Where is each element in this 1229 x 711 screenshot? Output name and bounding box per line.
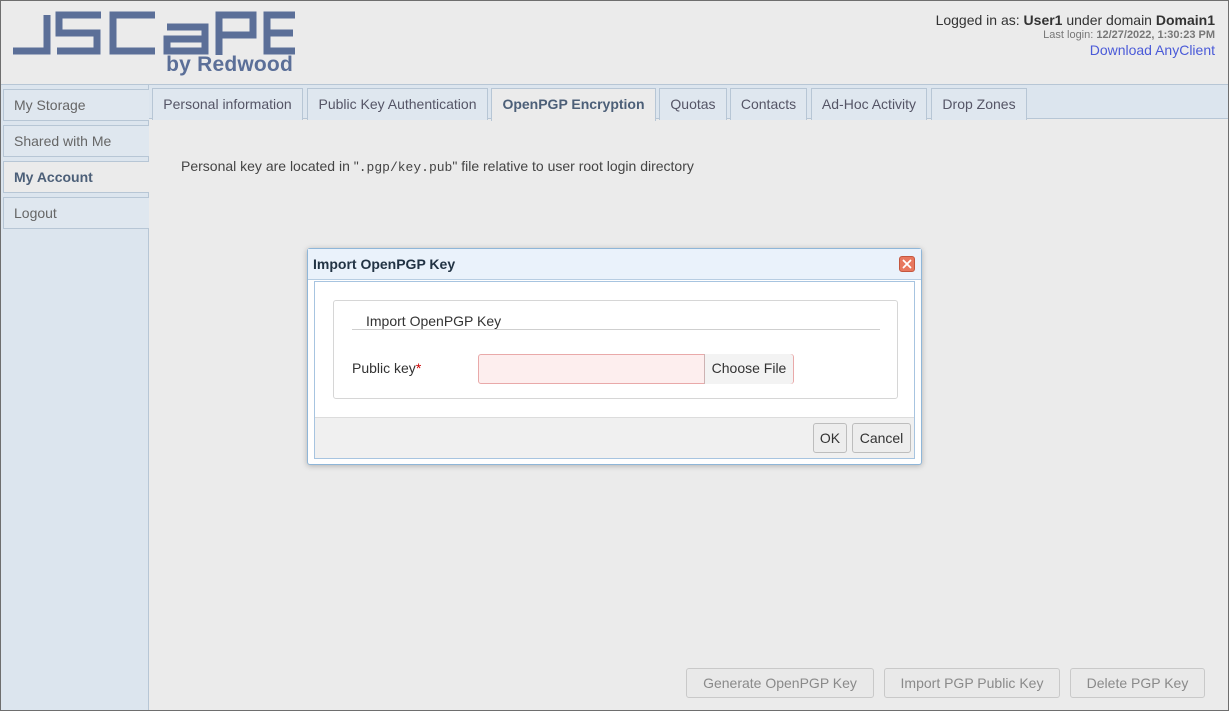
dialog-body: Import OpenPGP Key Public key* Choose Fi…: [314, 281, 915, 459]
ok-button[interactable]: OK: [813, 423, 847, 453]
fieldset-legend: Import OpenPGP Key: [366, 313, 502, 329]
import-pgp-public-key-button[interactable]: Import PGP Public Key: [884, 668, 1060, 698]
account-tabs: Personal information Public Key Authenti…: [149, 84, 1228, 121]
download-anyclient-link[interactable]: Download AnyClient: [936, 42, 1215, 59]
tab-public-key-authentication[interactable]: Public Key Authentication: [307, 88, 488, 120]
logo-subtitle: by Redwood: [166, 53, 293, 76]
under-domain-text: under domain: [1062, 12, 1156, 28]
last-login-line: Last login: 12/27/2022, 1:30:23 PM: [936, 29, 1215, 42]
note-path: .pgp/key.pub: [358, 160, 453, 175]
close-x-glyph: [902, 259, 912, 269]
pgp-key-location-note: Personal key are located in ".pgp/key.pu…: [181, 158, 694, 175]
sidebar: My Storage Shared with Me My Account Log…: [1, 84, 149, 710]
note-prefix: Personal key are located in ": [181, 158, 359, 174]
sidebar-item-logout[interactable]: Logout: [3, 197, 149, 229]
public-key-label: Public key*: [352, 360, 421, 376]
username: User1: [1023, 12, 1063, 28]
required-marker: *: [415, 360, 422, 376]
public-key-label-text: Public key: [352, 360, 416, 376]
tab-contacts[interactable]: Contacts: [730, 88, 807, 120]
last-login-label: Last login:: [1043, 29, 1097, 41]
import-key-fieldset: Import OpenPGP Key Public key* Choose Fi…: [333, 300, 898, 399]
cancel-button[interactable]: Cancel: [852, 423, 911, 453]
dialog-footer: OK Cancel: [315, 417, 914, 458]
delete-pgp-key-button[interactable]: Delete PGP Key: [1070, 668, 1205, 698]
domain-name: Domain1: [1155, 12, 1215, 28]
sidebar-item-my-storage[interactable]: My Storage: [3, 89, 149, 121]
user-info: Logged in as: User1 under domain Domain1…: [936, 12, 1215, 59]
sidebar-item-shared-with-me[interactable]: Shared with Me: [3, 125, 149, 157]
import-openpgp-key-dialog: Import OpenPGP Key Import OpenPGP Key Pu…: [307, 248, 922, 465]
tab-personal-information[interactable]: Personal information: [152, 88, 303, 120]
last-login-value: 12/27/2022, 1:30:23 PM: [1096, 29, 1215, 41]
tab-openpgp-encryption[interactable]: OpenPGP Encryption: [491, 88, 656, 121]
note-suffix: " file relative to user root login direc…: [452, 158, 694, 174]
header: by Redwood Logged in as: User1 under dom…: [1, 1, 1228, 84]
tab-ad-hoc-activity[interactable]: Ad-Hoc Activity: [811, 88, 927, 120]
logged-in-prefix: Logged in as:: [935, 12, 1024, 28]
logo-letters-graphic: [13, 11, 295, 55]
public-key-file-input[interactable]: Choose File: [478, 354, 794, 384]
tab-drop-zones[interactable]: Drop Zones: [931, 88, 1027, 120]
sidebar-item-my-account[interactable]: My Account: [3, 161, 149, 193]
choose-file-button[interactable]: Choose File: [704, 354, 793, 384]
tab-quotas[interactable]: Quotas: [659, 88, 727, 120]
logged-in-line: Logged in as: User1 under domain Domain1: [936, 12, 1215, 29]
jscape-logo: by Redwood: [13, 11, 295, 77]
app-window: by Redwood Logged in as: User1 under dom…: [0, 0, 1229, 711]
generate-openpgp-key-button[interactable]: Generate OpenPGP Key: [686, 668, 874, 698]
dialog-title: Import OpenPGP Key: [308, 249, 921, 280]
close-icon[interactable]: [899, 256, 915, 272]
legend-divider: [352, 329, 880, 330]
